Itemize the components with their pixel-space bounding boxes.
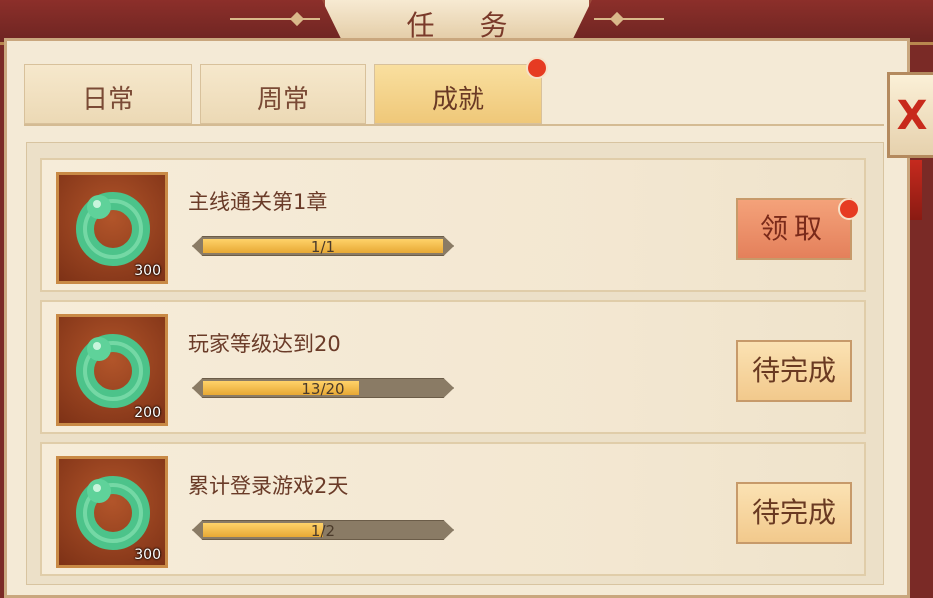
task-card: 200 玩家等级达到20 13/20 待完成 bbox=[40, 300, 866, 434]
progress-text: 1/1 bbox=[310, 238, 336, 256]
reward-count: 300 bbox=[134, 547, 161, 563]
task-name: 主线通关第1章 bbox=[188, 190, 328, 214]
close-button[interactable]: X bbox=[887, 72, 933, 158]
tab-weekly[interactable]: 周常 bbox=[200, 64, 366, 124]
jade-ring-icon bbox=[76, 192, 150, 266]
progress-text: 13/20 bbox=[301, 380, 345, 398]
title-decoration-right bbox=[594, 18, 664, 20]
claim-notification-dot bbox=[838, 198, 860, 220]
pending-button[interactable]: 待完成 bbox=[736, 482, 852, 544]
close-icon: X bbox=[896, 93, 928, 139]
tab-daily[interactable]: 日常 bbox=[24, 64, 192, 124]
reward-count: 300 bbox=[134, 263, 161, 279]
pending-button[interactable]: 待完成 bbox=[736, 340, 852, 402]
task-card: 300 累计登录游戏2天 1/2 待完成 bbox=[40, 442, 866, 576]
reward-item[interactable]: 300 bbox=[56, 172, 168, 284]
claim-button[interactable]: 领取 bbox=[736, 198, 852, 260]
title-decoration-left bbox=[230, 18, 320, 20]
progress-text: 1/2 bbox=[310, 522, 336, 540]
reward-count: 200 bbox=[134, 405, 161, 421]
jade-ring-icon bbox=[76, 334, 150, 408]
progress-bar: 1/1 bbox=[192, 236, 454, 256]
tab-achievement[interactable]: 成就 bbox=[374, 64, 542, 124]
tassel-decoration bbox=[910, 160, 922, 220]
progress-bar: 1/2 bbox=[192, 520, 454, 540]
reward-item[interactable]: 200 bbox=[56, 314, 168, 426]
jade-ring-icon bbox=[76, 476, 150, 550]
reward-item[interactable]: 300 bbox=[56, 456, 168, 568]
progress-bar: 13/20 bbox=[192, 378, 454, 398]
task-card: 300 主线通关第1章 1/1 领取 bbox=[40, 158, 866, 292]
tab-divider bbox=[24, 124, 884, 126]
task-name: 玩家等级达到20 bbox=[188, 332, 341, 356]
tab-notification-dot bbox=[526, 57, 548, 79]
task-name: 累计登录游戏2天 bbox=[188, 474, 349, 498]
